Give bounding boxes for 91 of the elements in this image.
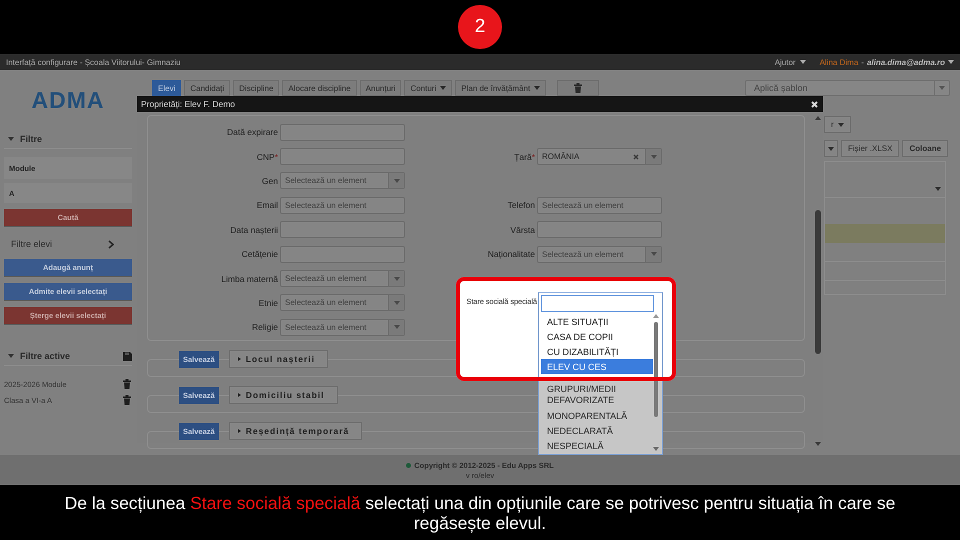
field-label: Cetățenie <box>240 249 279 260</box>
modal-title: Proprietăți: Elev F. Demo <box>141 99 236 109</box>
trash-icon <box>573 83 584 93</box>
input-field[interactable]: Selectează un element <box>280 196 405 214</box>
caret-icon <box>948 60 954 64</box>
nav-tab[interactable]: Discipline <box>233 80 280 96</box>
scroll-up-icon[interactable] <box>815 116 821 120</box>
select-field[interactable]: ROMÂNIA <box>537 148 662 166</box>
dropdown-option[interactable]: MONOPARENTALĂ <box>541 408 653 423</box>
dropdown-button[interactable] <box>824 140 838 157</box>
select-field[interactable]: Selectează un element <box>280 270 405 288</box>
step-badge: 2 <box>458 5 502 49</box>
caret-icon <box>650 154 656 159</box>
field-label: Gen <box>260 176 279 186</box>
input-field[interactable] <box>537 221 662 238</box>
caret-icon <box>394 325 400 330</box>
section-toggle[interactable]: Locul nașterii <box>228 350 328 368</box>
template-select[interactable]: Aplică șablon <box>745 80 950 96</box>
field-label: Limba maternă <box>220 274 279 284</box>
section-toggle[interactable]: Reședință temporară <box>228 422 362 440</box>
nav-tab[interactable]: Candidați <box>184 80 230 96</box>
dropdown-option[interactable]: CASA DE COPII <box>541 329 653 344</box>
input-field[interactable] <box>280 124 405 141</box>
close-icon[interactable] <box>811 100 818 108</box>
select-field[interactable]: Selectează un element <box>280 172 405 190</box>
caret-icon <box>939 86 945 90</box>
caret-icon <box>394 178 400 183</box>
select-field[interactable]: Selectează un element <box>537 246 662 263</box>
caret-icon <box>394 276 400 281</box>
nav-tab[interactable]: Elevi <box>152 80 182 96</box>
delete-button[interactable] <box>557 80 600 96</box>
caret-icon <box>800 60 806 64</box>
dropdown-option[interactable]: GRUPURI/MEDII DEFAVORIZATE <box>541 382 653 408</box>
scroll-up-icon[interactable] <box>653 314 659 318</box>
select-field[interactable]: Selectează un element <box>280 318 405 336</box>
input-field[interactable] <box>280 221 405 238</box>
dropdown-option[interactable]: NEDECLARATĂ <box>541 423 653 438</box>
scrollbar-thumb[interactable] <box>654 322 658 417</box>
toolbar-button[interactable]: Coloane <box>902 140 948 157</box>
trash-icon[interactable] <box>122 395 132 405</box>
input-field[interactable] <box>280 246 405 263</box>
caption-text: De la secțiunea Stare socială specială selectați una din opțiunile care se potrivesc pentru situația în care se regăsește elevul. <box>64 492 896 532</box>
caret-icon <box>238 429 241 433</box>
toolbar-button[interactable]: Fișier .XLSX <box>841 140 900 157</box>
search-field[interactable] <box>541 295 654 312</box>
field-label: CNP* <box>256 152 279 162</box>
nav-tab[interactable]: Anunțuri <box>360 80 402 96</box>
caret-icon[interactable] <box>8 354 14 358</box>
field-label: Religie <box>251 322 279 332</box>
user-menu[interactable]: Alina Dima - alina.dima@adma.ro <box>820 58 954 66</box>
input-field[interactable]: Selectează un element <box>537 196 662 214</box>
caret-icon <box>238 357 241 361</box>
caret-icon <box>394 300 400 305</box>
active-filters-heading: Filtre active <box>20 351 70 361</box>
caret-icon <box>838 122 844 126</box>
save-icon[interactable] <box>123 352 132 360</box>
section-toggle[interactable]: Domiciliu stabil <box>228 386 338 404</box>
caret-icon <box>935 187 941 191</box>
trash-icon[interactable] <box>122 379 132 389</box>
clear-icon[interactable] <box>633 154 639 160</box>
select-field[interactable]: Selectează un element <box>280 294 405 312</box>
nav-tab[interactable]: Conturi <box>404 80 452 96</box>
filters-heading: Filtre <box>20 134 42 144</box>
dropdown-option[interactable]: ALTE SITUAȚII <box>541 314 653 329</box>
dropdown-option[interactable]: CU DIZABILITĂȚI <box>541 344 653 359</box>
field-label: Vârsta <box>509 224 536 235</box>
scrollbar-thumb[interactable] <box>815 210 821 354</box>
caret-icon <box>238 393 241 397</box>
caret-icon <box>828 146 834 150</box>
input-field[interactable] <box>280 148 405 166</box>
student-filters-link[interactable]: Filtre elevi <box>11 239 52 249</box>
dropdown-option[interactable]: ELEV CU CES <box>541 359 653 374</box>
field-label: Dată expirare <box>226 127 279 138</box>
field-label: Data nașterii <box>229 224 279 235</box>
scroll-down-icon[interactable] <box>653 447 659 451</box>
nav-tab[interactable]: Alocare discipline <box>282 80 357 96</box>
dropdown-button[interactable]: r <box>824 116 851 133</box>
dropdown-option[interactable]: NESPECIALĂ <box>541 438 653 453</box>
caret-icon <box>650 252 656 256</box>
field-label: Etnie <box>258 298 279 308</box>
chevron-right-icon[interactable] <box>108 240 114 248</box>
app-title: Interfață configurare - Școala Viitorului- Gimnaziu <box>6 58 182 66</box>
field-label: Telefon <box>506 200 536 210</box>
field-label: Email <box>256 200 279 210</box>
field-label: Țară* <box>513 152 536 162</box>
field-label: Naționalitate <box>486 249 536 260</box>
status-dot-icon <box>406 462 412 468</box>
help-menu[interactable]: Ajutor <box>774 58 806 66</box>
caret-icon[interactable] <box>8 137 14 141</box>
nav-tab[interactable]: Plan de învățământ <box>455 80 546 96</box>
logo: ADMA <box>30 86 106 114</box>
